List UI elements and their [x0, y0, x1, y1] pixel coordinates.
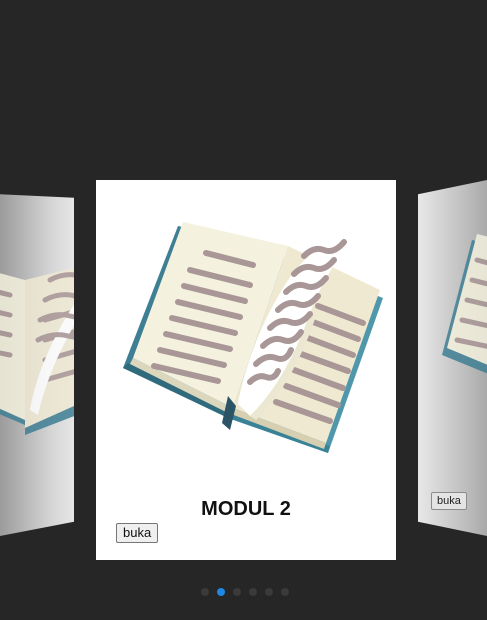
open-book-icon [123, 222, 383, 453]
open-book-icon [442, 234, 487, 410]
open-next-module-button[interactable]: buka [431, 492, 467, 510]
pagination-dot-4[interactable] [249, 588, 257, 596]
module-carousel: MODUL 2 buka buka [0, 0, 487, 620]
carousel-pagination [201, 588, 289, 596]
pagination-dot-6[interactable] [281, 588, 289, 596]
module-card: MODUL 2 buka [96, 180, 396, 560]
pagination-dot-1[interactable] [201, 588, 209, 596]
module-title: MODUL 2 [201, 498, 291, 520]
next-module-card[interactable]: buka [418, 180, 487, 536]
pagination-dot-3[interactable] [233, 588, 241, 596]
pagination-dot-2-active[interactable] [217, 588, 225, 596]
open-book-icon [0, 240, 74, 435]
pagination-dot-5[interactable] [265, 588, 273, 596]
open-module-button[interactable]: buka [116, 523, 159, 543]
previous-module-card[interactable] [0, 194, 74, 536]
